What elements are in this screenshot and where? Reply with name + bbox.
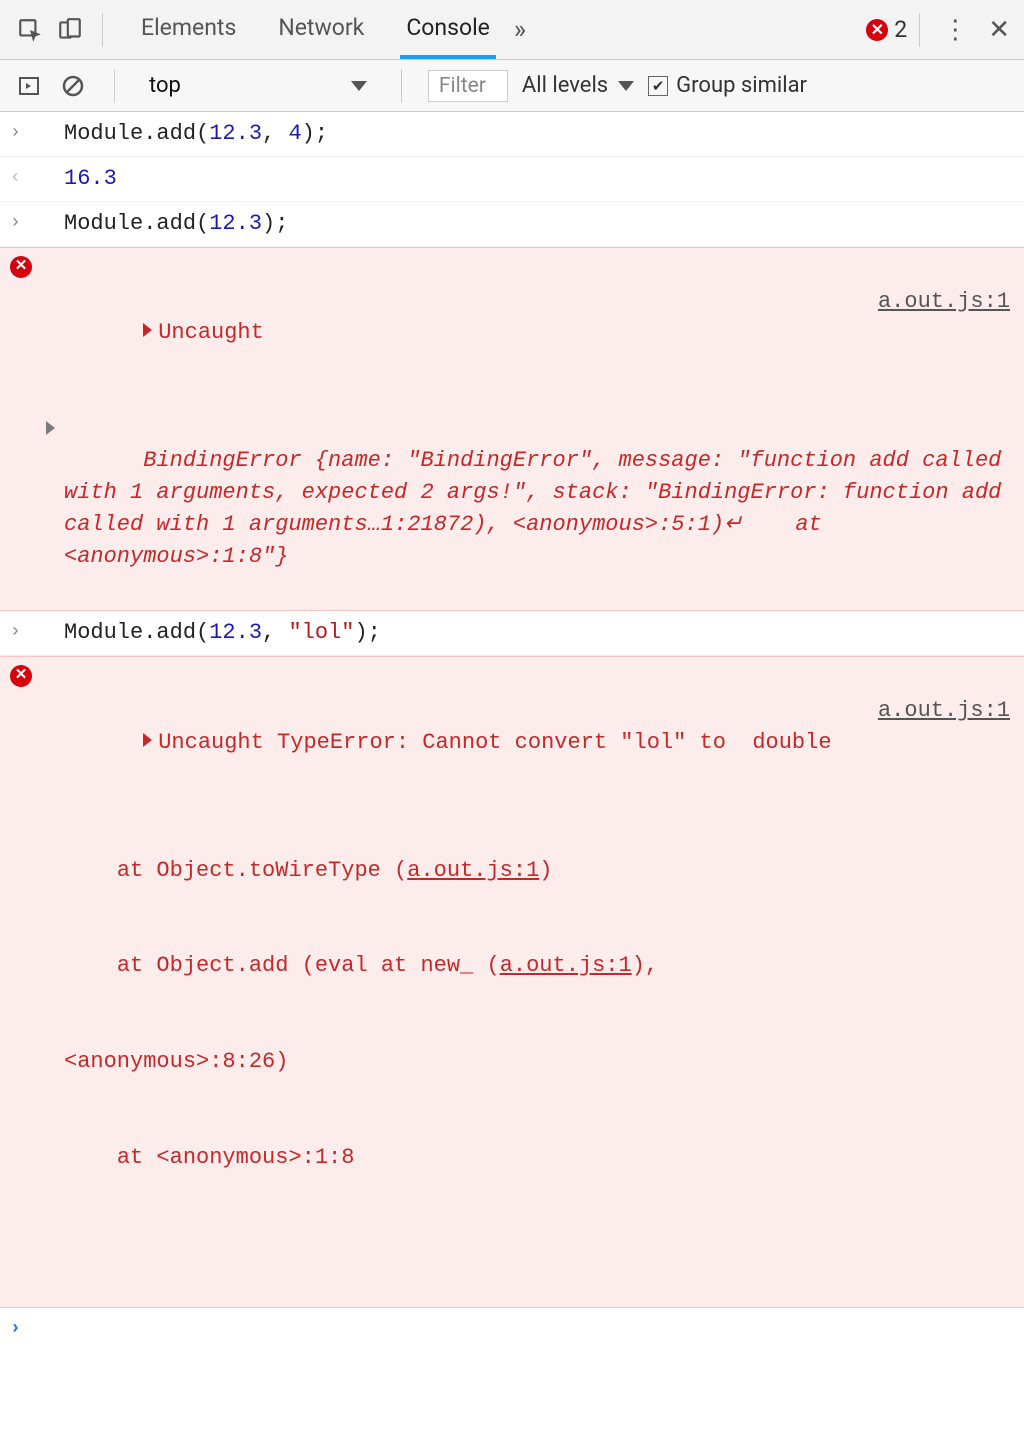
- error-title: Uncaught: [158, 320, 264, 345]
- console-prompt-row: ›: [0, 1308, 1024, 1448]
- console-input-row: › Module.add(12.3);: [0, 202, 1024, 247]
- console-error-body: a.out.js:1 Uncaught BindingError {name: …: [64, 254, 1010, 605]
- separator: [919, 13, 920, 47]
- error-source-link[interactable]: a.out.js:1: [878, 286, 1010, 318]
- tab-network[interactable]: Network: [272, 0, 370, 59]
- kebab-menu-icon[interactable]: ⋮: [932, 15, 978, 45]
- console-input-row: › Module.add(12.3, 4);: [0, 112, 1024, 157]
- separator: [102, 13, 103, 47]
- checkbox-icon: ✔: [648, 76, 668, 96]
- expand-triangle-icon[interactable]: [46, 421, 55, 435]
- input-chevron-icon: ›: [10, 120, 21, 146]
- output-chevron-icon: ‹: [10, 165, 21, 191]
- input-chevron-icon: ›: [10, 619, 21, 645]
- console-output-row: ‹ 16.3: [0, 157, 1024, 202]
- console-error-row: ✕ a.out.js:1 Uncaught BindingError {name…: [0, 247, 1024, 612]
- stack-link[interactable]: a.out.js:1: [500, 953, 632, 978]
- expand-triangle-icon[interactable]: [143, 733, 152, 747]
- error-title: Uncaught TypeError: Cannot convert "lol"…: [158, 730, 831, 755]
- error-source-link[interactable]: a.out.js:1: [878, 695, 1010, 727]
- console-error-body: a.out.js:1 Uncaught TypeError: Cannot co…: [64, 663, 1010, 1301]
- console-log-area: › Module.add(12.3, 4); ‹ 16.3 › Module.a…: [0, 112, 1024, 1448]
- devtools-tabbar: Elements Network Console » ✕ 2 ⋮ ✕: [0, 0, 1024, 60]
- console-output-value: 16.3: [64, 163, 1010, 195]
- error-icon: ✕: [10, 256, 32, 278]
- console-prompt-input[interactable]: [64, 1378, 1010, 1410]
- console-input-text: Module.add(12.3, "lol");: [64, 617, 1010, 649]
- tab-console[interactable]: Console: [400, 0, 496, 59]
- expand-triangle-icon[interactable]: [143, 323, 152, 337]
- group-similar-checkbox[interactable]: ✔ Group similar: [648, 73, 807, 98]
- input-chevron-icon: ›: [10, 210, 21, 236]
- error-icon: ✕: [10, 665, 32, 687]
- filter-input[interactable]: Filter: [428, 70, 508, 102]
- show-drawer-icon[interactable]: [14, 71, 44, 101]
- prompt-chevron-icon: ›: [10, 1316, 21, 1342]
- separator: [114, 69, 115, 103]
- console-input-row: › Module.add(12.3, "lol");: [0, 611, 1024, 656]
- stack-link[interactable]: a.out.js:1: [407, 858, 539, 883]
- console-input-text: Module.add(12.3);: [64, 208, 1010, 240]
- tab-elements[interactable]: Elements: [135, 0, 242, 59]
- error-count-badge[interactable]: ✕ 2: [866, 16, 907, 43]
- levels-label: All levels: [522, 73, 608, 98]
- group-similar-label: Group similar: [676, 73, 807, 98]
- separator: [401, 69, 402, 103]
- log-levels-selector[interactable]: All levels: [522, 73, 634, 98]
- inspect-icon[interactable]: [10, 10, 50, 50]
- clear-console-icon[interactable]: [58, 71, 88, 101]
- close-icon[interactable]: ✕: [978, 15, 1014, 45]
- context-selector[interactable]: top: [141, 73, 375, 98]
- more-tabs-icon[interactable]: »: [496, 15, 544, 45]
- console-input-text: Module.add(12.3, 4);: [64, 118, 1010, 150]
- error-count: 2: [894, 16, 907, 43]
- console-toolbar: top Filter All levels ✔ Group similar: [0, 60, 1024, 112]
- tabs: Elements Network Console: [135, 0, 496, 59]
- error-object-dump: BindingError {name: "BindingError", mess…: [64, 448, 1015, 569]
- context-label: top: [149, 73, 181, 98]
- chevron-down-icon: [351, 81, 367, 91]
- error-stack: at Object.toWireType (a.out.js:1) at Obj…: [64, 791, 1010, 1237]
- console-error-row: ✕ a.out.js:1 Uncaught TypeError: Cannot …: [0, 656, 1024, 1308]
- device-toggle-icon[interactable]: [50, 10, 90, 50]
- error-icon: ✕: [866, 19, 888, 41]
- chevron-down-icon: [618, 81, 634, 91]
